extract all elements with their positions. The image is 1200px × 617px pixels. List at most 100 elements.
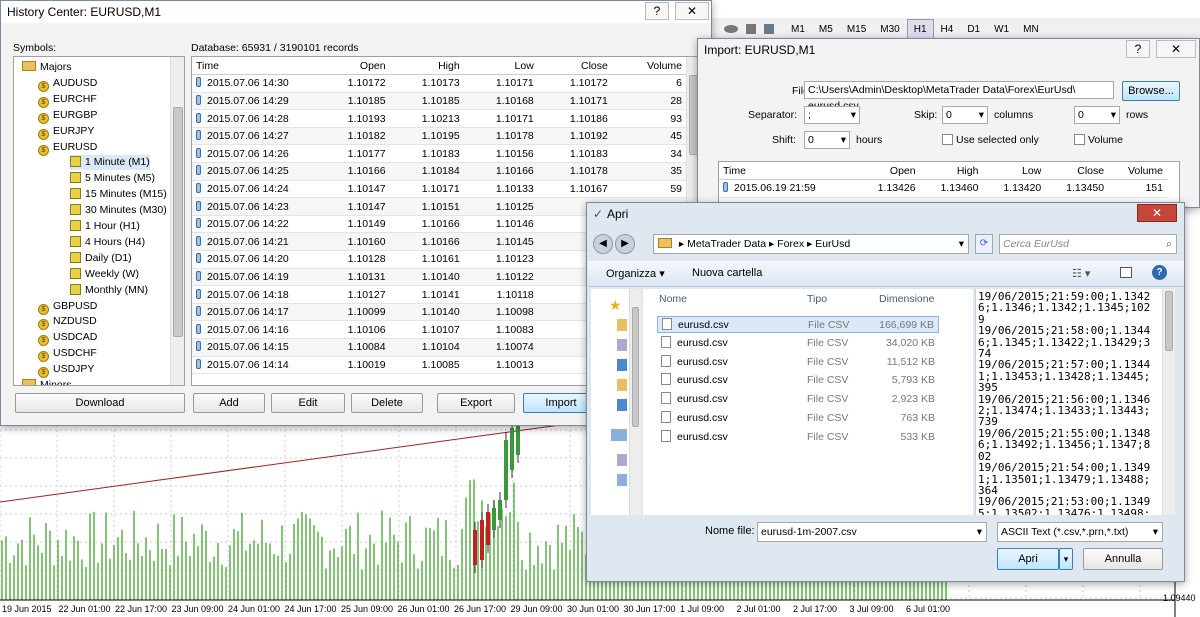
filename-input[interactable]: eurusd-1m-2007.csv ▾	[757, 522, 987, 542]
table-row[interactable]: 2015.07.06 14:25 1.10166 1.10184 1.10166 1.1…	[192, 162, 686, 181]
help-button[interactable]: ?	[645, 2, 669, 20]
timeframe-button[interactable]: MN	[1016, 19, 1046, 39]
table-row[interactable]: 2015.07.06 14:24 1.10147 1.10171 1.10133 1.1…	[192, 180, 686, 199]
timeframe-button[interactable]: M15	[840, 19, 873, 39]
column-header[interactable]: Close	[1045, 162, 1109, 181]
tree-item[interactable]: 1 Minute (M1)	[70, 155, 150, 171]
column-header[interactable]: Time	[192, 57, 316, 76]
browse-button[interactable]: Browse...	[1122, 81, 1180, 101]
network-icon[interactable]	[617, 359, 627, 371]
close-button[interactable]: ✕	[675, 2, 709, 20]
view-icon[interactable]: ☷ ▾	[1072, 267, 1090, 280]
tree-item[interactable]: $ EURJPY	[38, 124, 94, 140]
tree-item[interactable]: Daily (D1)	[70, 251, 132, 266]
column-header[interactable]: Close	[537, 57, 612, 76]
back-icon[interactable]: ◀	[593, 234, 613, 254]
chevron-down-icon[interactable]: ▾	[959, 235, 968, 253]
tree-item[interactable]: $ NZDUSD	[38, 314, 97, 331]
timeframe-button[interactable]: D1	[960, 19, 987, 39]
column-header[interactable]: Open	[856, 162, 920, 181]
folder-icon[interactable]	[617, 379, 627, 391]
volume-checkbox[interactable]: Volume	[1074, 134, 1123, 146]
symbols-tree[interactable]: Majors $ AUDUSD $ EURCHF $ EURGBP $ EURJPY $ EURUS…	[13, 56, 185, 386]
navigation-pane[interactable]: ★	[591, 289, 641, 515]
file-path-input[interactable]: C:\Users\Admin\Desktop\MetaTrader Data\F…	[804, 81, 1114, 112]
file-row[interactable]: eurusd.csv File CSV 2,923 KB	[657, 391, 939, 408]
table-row[interactable]: 2015.07.06 14:30 1.10172 1.10173 1.10171 1.1…	[192, 74, 686, 93]
file-row[interactable]: eurusd.csv File CSV 11,512 KB	[657, 354, 939, 371]
file-row[interactable]: eurusd.csv File CSV 5,793 KB	[657, 372, 939, 389]
export-button[interactable]: Export	[437, 393, 515, 413]
timeframe-button[interactable]: H4	[934, 19, 961, 39]
tree-item[interactable]: $ USDCAD	[38, 330, 97, 347]
import-help-button[interactable]: ?	[1126, 40, 1150, 58]
column-header[interactable]: Low	[463, 57, 538, 76]
file-row[interactable]: eurusd.csv File CSV 763 KB	[657, 410, 939, 427]
forward-icon[interactable]: ▶	[615, 234, 635, 254]
checkbox-box[interactable]	[1074, 134, 1085, 145]
refresh-icon[interactable]: ⟳	[975, 234, 993, 254]
table-row[interactable]: 2015.07.06 14:28 1.10193 1.10213 1.10171 1.1…	[192, 109, 686, 128]
tree-item[interactable]: $ EURUSD	[38, 140, 97, 156]
tree-item[interactable]: Majors	[22, 60, 72, 75]
preview-scroll-thumb[interactable]	[1165, 291, 1173, 351]
tree-item[interactable]: $ AUDUSD	[38, 76, 97, 92]
organize-menu[interactable]: Organizza ▾	[606, 267, 665, 280]
new-folder-button[interactable]: Nuova cartella	[692, 267, 762, 279]
import-close-button[interactable]: ✕	[1156, 40, 1196, 58]
tree-item[interactable]: 30 Minutes (M30)	[70, 203, 167, 218]
add-button[interactable]: Add	[193, 393, 265, 413]
nav-scroll-thumb[interactable]	[632, 307, 639, 427]
open-dropdown-icon[interactable]: ▾	[1059, 548, 1073, 570]
edit-button[interactable]: Edit	[271, 393, 345, 413]
drive-icon[interactable]	[617, 454, 627, 466]
tree-scroll-thumb[interactable]	[173, 107, 183, 337]
separator-select[interactable]: ; ▾	[804, 106, 860, 124]
tree-item[interactable]: Weekly (W)	[70, 267, 139, 282]
timeframe-button[interactable]: H1	[906, 18, 934, 39]
timeframe-button[interactable]: W1	[987, 19, 1016, 39]
breadcrumb[interactable]: ▸ MetaTrader Data ▸ Forex ▸ EurUsd ▾	[653, 234, 969, 254]
help-icon[interactable]: ?	[1152, 265, 1167, 280]
use-selected-checkbox[interactable]: Use selected only	[942, 134, 1039, 146]
cancel-button[interactable]: Annulla	[1083, 548, 1163, 570]
column-header[interactable]: Volume	[1108, 162, 1167, 181]
template-icon[interactable]	[764, 23, 774, 34]
tree-item[interactable]: $ GBPUSD	[38, 299, 97, 315]
rectangle-tool-icon[interactable]	[746, 23, 756, 34]
tree-item[interactable]: $ USDJPY	[38, 362, 94, 379]
download-button[interactable]: Download	[15, 393, 185, 413]
folder-icon[interactable]	[617, 319, 627, 331]
filetype-select[interactable]: ASCII Text (*.csv,*.prn,*.txt) ▾	[997, 522, 1163, 542]
column-type[interactable]: Tipo	[807, 293, 827, 305]
library-icon[interactable]	[617, 339, 627, 351]
shift-select[interactable]: 0 ▾	[804, 131, 850, 149]
column-header[interactable]: Time	[719, 162, 857, 181]
tree-item[interactable]: $ EURGBP	[38, 108, 97, 124]
column-size[interactable]: Dimensione	[879, 293, 934, 305]
tree-item[interactable]: 15 Minutes (M15)	[70, 187, 167, 202]
timeframe-button[interactable]: M30	[873, 19, 906, 39]
open-button[interactable]: Apri	[997, 548, 1059, 570]
file-row[interactable]: eurusd.csv File CSV 533 KB	[657, 429, 939, 446]
column-header[interactable]: High	[919, 162, 983, 181]
drive-icon[interactable]	[611, 429, 627, 441]
file-row[interactable]: eurusd.csv File CSV 34,020 KB	[657, 335, 939, 352]
favorites-star-icon[interactable]: ★	[609, 297, 622, 314]
skip-columns-select[interactable]: 0 ▾	[942, 106, 988, 124]
timeframe-button[interactable]: M1	[784, 19, 812, 39]
dialog-close-button[interactable]: ✕	[1137, 204, 1177, 222]
nav-scrollbar[interactable]	[629, 289, 641, 515]
preview-pane-icon[interactable]	[1120, 267, 1132, 278]
tree-item[interactable]: $ EURCHF	[38, 92, 97, 108]
breadcrumb-item[interactable]: Forex	[777, 238, 804, 250]
tree-item[interactable]: 5 Minutes (M5)	[70, 171, 155, 186]
breadcrumb-item[interactable]: MetaTrader Data	[687, 238, 766, 250]
breadcrumb-item[interactable]: EurUsd	[815, 238, 850, 250]
checkbox-box[interactable]	[942, 134, 953, 145]
column-name[interactable]: Nome	[659, 293, 687, 305]
file-row[interactable]: eurusd.csv File CSV 166,699 KB	[657, 316, 939, 333]
table-row[interactable]: 2015.07.06 14:26 1.10177 1.10183 1.10156 1.1…	[192, 144, 686, 164]
search-input[interactable]: Cerca EurUsd ⌕	[999, 234, 1177, 254]
tree-scrollbar[interactable]	[170, 57, 184, 385]
